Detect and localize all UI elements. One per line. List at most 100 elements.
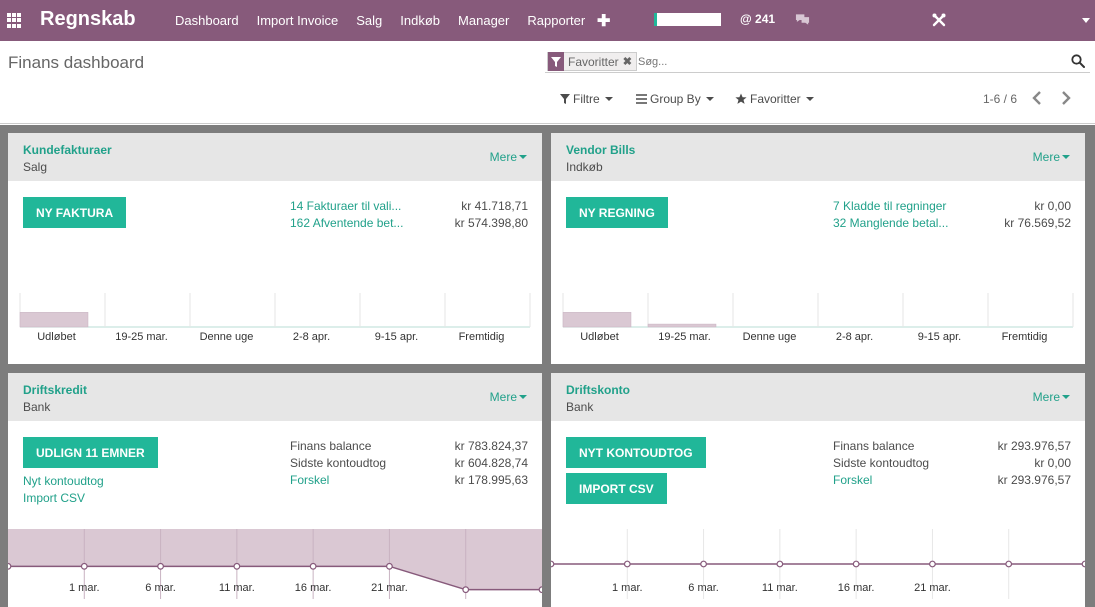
x-tick-label: 16 mar.	[295, 582, 332, 594]
last-statement-amount: kr 0,00	[1034, 456, 1071, 470]
draft-bills-link[interactable]: 7 Kladde til regninger	[833, 199, 946, 213]
import-csv-button[interactable]: IMPORT CSV	[566, 473, 667, 504]
new-invoice-button[interactable]: NY FAKTURA	[23, 197, 127, 228]
data-point	[80, 562, 88, 570]
difference-link[interactable]: Forskel	[290, 473, 329, 487]
data-point	[551, 560, 555, 568]
difference-amount: kr 293.976,57	[997, 473, 1071, 487]
menu-item-salg[interactable]: Salg	[347, 13, 391, 28]
x-tick-label: 11 mar.	[762, 582, 798, 594]
invoices-to-validate-link[interactable]: 14 Fakturaer til vali...	[290, 199, 401, 213]
balance-line-chart-svg: 1 mar. 6 mar. 11 mar. 16 mar. 21 mar.	[8, 529, 542, 599]
import-csv-link[interactable]: Import CSV	[23, 491, 85, 505]
facet-remove-icon[interactable]: ✖	[623, 55, 636, 68]
caret-down-icon	[1062, 155, 1070, 159]
filters-dropdown[interactable]: Filtre	[560, 92, 613, 106]
card-subtitle: Bank	[566, 400, 594, 414]
caret-down-icon	[519, 395, 527, 399]
chat-icon[interactable]	[795, 12, 810, 26]
favorites-dropdown[interactable]: Favoritter	[735, 92, 814, 106]
new-statement-button[interactable]: NYT KONTOUDTOG	[566, 437, 706, 468]
list-icon	[636, 94, 647, 104]
plus-icon[interactable]: ✚	[597, 11, 610, 31]
balance-amount: kr 783.824,37	[454, 439, 528, 453]
new-bill-button[interactable]: NY REGNING	[566, 197, 668, 228]
menu-item-import-invoice[interactable]: Import Invoice	[248, 13, 348, 28]
menu-item-manager[interactable]: Manager	[449, 13, 518, 28]
groupby-label: Group By	[650, 92, 701, 106]
balance-line-chart: 1 mar. 6 mar. 11 mar. 16 mar. 21 mar.	[551, 529, 1085, 607]
more-dropdown[interactable]: Mere	[490, 150, 527, 164]
more-label: Mere	[489, 390, 517, 404]
search-icon[interactable]	[1071, 54, 1085, 68]
caret-down-icon	[705, 97, 714, 101]
awaiting-payments-amount: kr 574.398,80	[454, 216, 528, 230]
search-input[interactable]	[638, 53, 1058, 71]
chevron-right-icon[interactable]	[1060, 90, 1072, 106]
filters-label: Filtre	[573, 92, 600, 106]
more-dropdown[interactable]: Mere	[1033, 150, 1070, 164]
tools-icon[interactable]	[931, 12, 947, 28]
x-tick-label: 19-25 mar.	[115, 331, 168, 343]
caret-down-icon	[519, 155, 527, 159]
favorites-label: Favoritter	[750, 92, 801, 106]
difference-link[interactable]: Forskel	[833, 473, 872, 487]
x-tick-label: 21 mar.	[914, 582, 951, 594]
groupby-dropdown[interactable]: Group By	[636, 92, 714, 106]
search-bar: Favoritter ✖	[545, 51, 1090, 73]
user-menu-caret-icon[interactable]	[1082, 18, 1090, 23]
awaiting-payments-link[interactable]: 162 Afventende bet...	[290, 216, 403, 230]
card-header: Kundefakturaer Salg Mere	[8, 133, 542, 181]
menu-item-rapporter[interactable]: Rapporter	[518, 13, 594, 28]
aging-bar-chart-svg: Udløbet 19-25 mar. Denne uge 2-8 apr. 9-15 a…	[562, 293, 1074, 343]
card-title[interactable]: Driftskredit	[23, 383, 87, 397]
search-facet[interactable]: Favoritter ✖	[547, 52, 637, 71]
new-statement-link[interactable]: Nyt kontoudtog	[23, 474, 104, 488]
card-header: Driftskredit Bank Mere	[8, 373, 542, 421]
data-point	[700, 560, 707, 568]
data-point	[157, 562, 164, 570]
x-tick-label: 21 mar.	[371, 582, 408, 594]
more-dropdown[interactable]: Mere	[1033, 390, 1070, 404]
more-dropdown[interactable]: Mere	[490, 390, 527, 404]
reconcile-button[interactable]: UDLIGN 11 EMNER	[23, 437, 158, 468]
caret-down-icon	[604, 97, 613, 101]
journal-card-bank-credit: Driftskredit Bank Mere UDLIGN 11 EMNER N…	[8, 373, 542, 607]
data-point	[623, 560, 631, 568]
menu-item-indkob[interactable]: Indkøb	[391, 13, 449, 28]
balance-amount: kr 293.976,57	[997, 439, 1071, 453]
card-title[interactable]: Driftskonto	[566, 383, 630, 397]
balance-label: Finans balance	[833, 439, 915, 453]
bar	[19, 312, 89, 328]
journal-card-vendor: Vendor Bills Indkøb Mere NY REGNING 7 Kl…	[551, 133, 1085, 364]
chevron-left-icon[interactable]	[1031, 90, 1043, 106]
pager-value[interactable]: 1-6 / 6	[983, 92, 1017, 106]
data-point	[538, 586, 542, 594]
data-point	[852, 560, 860, 568]
card-title[interactable]: Kundefakturaer	[23, 143, 112, 157]
page-title: Finans dashboard	[8, 53, 145, 72]
more-label: Mere	[489, 150, 517, 164]
apps-menu-icon[interactable]	[7, 13, 22, 28]
data-point	[233, 562, 241, 570]
card-header: Vendor Bills Indkøb Mere	[551, 133, 1085, 181]
balance-label: Finans balance	[290, 439, 372, 453]
x-tick-label: Udløbet	[37, 331, 76, 343]
mentions-counter[interactable]: @ 241	[740, 12, 775, 26]
x-tick-label: 2-8 apr.	[293, 331, 330, 343]
missing-payments-link[interactable]: 32 Manglende betal...	[833, 216, 948, 230]
card-title[interactable]: Vendor Bills	[566, 143, 635, 157]
bar	[647, 323, 717, 328]
progress-bar[interactable]	[654, 13, 721, 26]
invoices-to-validate-amount: kr 41.718,71	[461, 199, 528, 213]
data-point	[929, 560, 936, 568]
x-tick-label: 1 mar.	[69, 582, 100, 594]
x-tick-label: 6 mar.	[688, 582, 719, 594]
caret-down-icon	[805, 97, 814, 101]
data-point	[776, 560, 784, 568]
data-point	[1005, 560, 1013, 568]
menu-item-dashboard[interactable]: Dashboard	[166, 13, 248, 28]
balance-line-chart-svg: 1 mar. 6 mar. 11 mar. 16 mar. 21 mar.	[551, 529, 1085, 599]
app-brand[interactable]: Regnskab	[40, 8, 136, 31]
data-point	[1081, 560, 1085, 568]
